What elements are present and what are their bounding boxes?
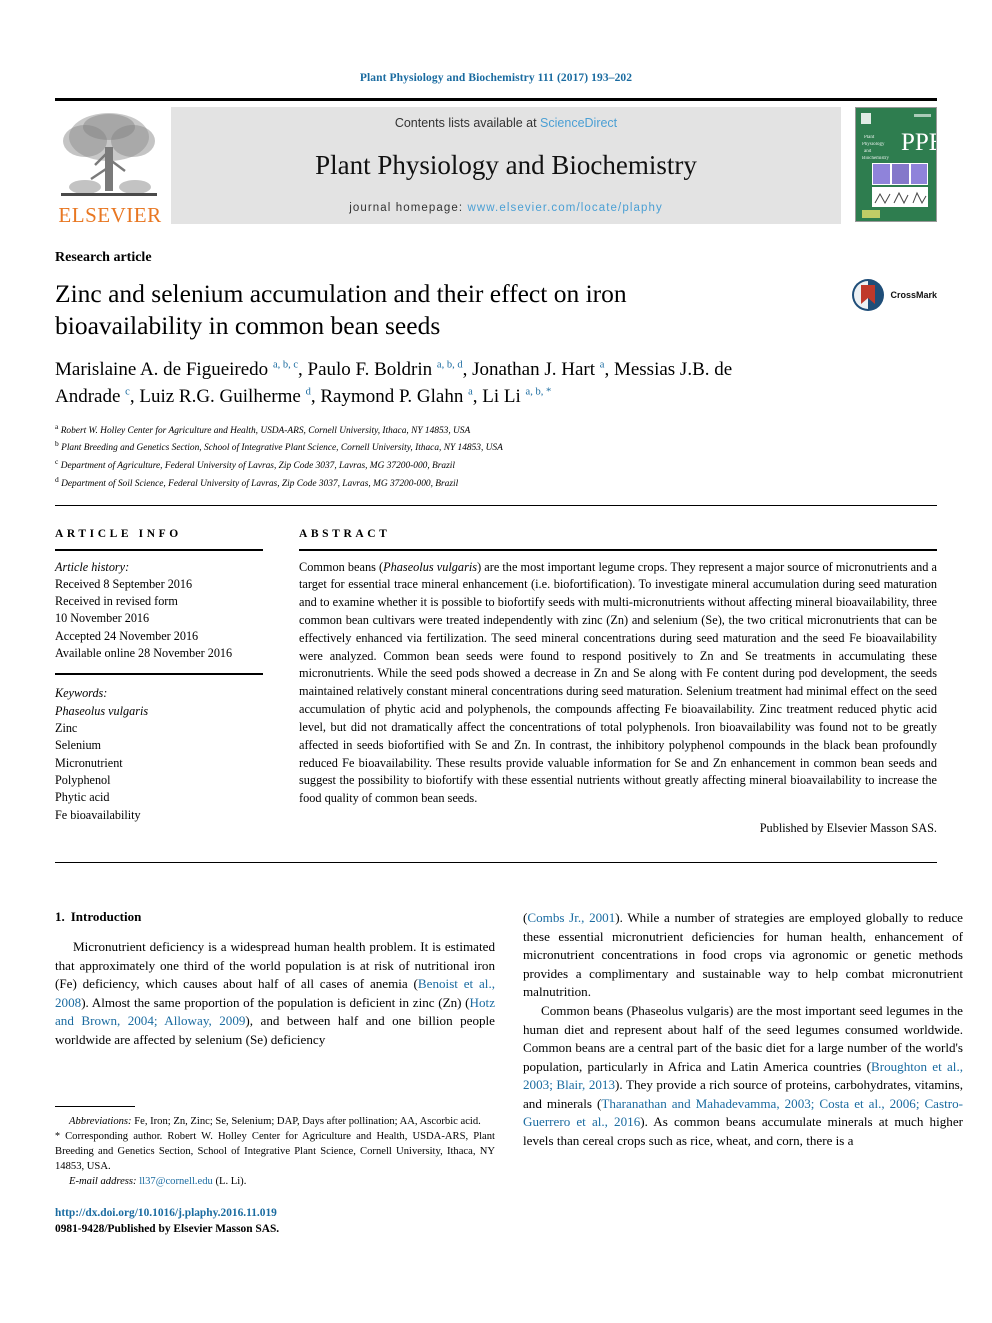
publisher-statement: Published by Elsevier Masson SAS. — [759, 821, 937, 836]
affiliation-list: a Robert W. Holley Center for Agricultur… — [55, 421, 937, 492]
abstract-column: ABSTRACT Common beans (Phaseolus vulgari… — [299, 528, 937, 837]
affiliation-marker: c — [55, 457, 59, 467]
doi-block: http://dx.doi.org/10.1016/j.plaphy.2016.… — [55, 1205, 495, 1238]
keyword-item: Selenium — [55, 738, 102, 753]
section-heading-introduction: 1. Introduction — [55, 909, 495, 925]
affiliation-marker: d — [55, 474, 59, 484]
article-history-label: Article history: — [55, 559, 130, 574]
affiliation-marker: a — [55, 421, 59, 431]
section-number: 1. — [55, 909, 65, 925]
journal-homepage-line: journal homepage: www.elsevier.com/locat… — [349, 202, 663, 214]
crossmark-badge[interactable]: CrossMark — [851, 278, 937, 312]
sciencedirect-link[interactable]: ScienceDirect — [540, 116, 617, 130]
intro-paragraph-right-1: (Combs Jr., 2001). While a number of str… — [523, 910, 963, 1000]
page-title: Zinc and selenium accumulation and their… — [55, 279, 627, 341]
keyword-item: Micronutrient — [55, 755, 123, 770]
journal-cover-thumbnail: PPB Plant Physiology and Biochemistry — [855, 107, 937, 222]
paper-page: Plant Physiology and Biochemistry 111 (2… — [0, 0, 992, 1323]
homepage-prefix: journal homepage: — [349, 202, 468, 214]
cover-artwork: PPB Plant Physiology and Biochemistry — [856, 108, 936, 221]
keywords-block: Keywords: Phaseolus vulgaris Zinc Seleni… — [55, 673, 263, 824]
keywords-label: Keywords: — [55, 686, 108, 701]
affiliation-text: Plant Breeding and Genetics Section, Sch… — [61, 443, 503, 454]
affiliation-item: c Department of Agriculture, Federal Uni… — [55, 456, 937, 474]
journal-title: Plant Physiology and Biochemistry — [315, 150, 697, 181]
author-list: Marislaine A. de Figueiredo a, b, c, Pau… — [55, 358, 733, 407]
doi-link[interactable]: http://dx.doi.org/10.1016/j.plaphy.2016.… — [55, 1205, 495, 1222]
affiliation-item: a Robert W. Holley Center for Agricultur… — [55, 421, 937, 439]
svg-text:Biochemistry: Biochemistry — [862, 156, 889, 161]
running-head: Plant Physiology and Biochemistry 111 (2… — [359, 72, 633, 84]
svg-text:and: and — [864, 149, 872, 154]
affiliation-item: b Plant Breeding and Genetics Section, S… — [55, 438, 937, 456]
keyword-item: Polyphenol — [55, 773, 111, 788]
intro-paragraph-left: Micronutrient deficiency is a widespread… — [55, 939, 495, 1047]
keyword-item: Zinc — [55, 721, 78, 736]
article-history: Article history: Received 8 September 20… — [55, 559, 263, 663]
article-info-heading: ARTICLE INFO — [55, 527, 182, 540]
issn-line: 0981-9428/Published by Elsevier Masson S… — [55, 1223, 280, 1236]
intro-paragraph-right-2: Common beans (Phaseolus vulgaris) are th… — [523, 1002, 963, 1149]
elsevier-tree-icon — [61, 113, 157, 196]
footnote-rule — [55, 1105, 135, 1107]
contents-line: Contents lists available at ScienceDirec… — [395, 116, 617, 130]
affiliation-marker: b — [55, 439, 59, 449]
abstract-text: Common beans (Phaseolus vulgaris) are th… — [299, 559, 937, 806]
abstract-heading: ABSTRACT — [299, 527, 391, 540]
journal-band: Contents lists available at ScienceDirec… — [171, 107, 841, 224]
journal-masthead: ELSEVIER Contents lists available at Sci… — [55, 98, 937, 228]
affiliation-text: Department of Soil Science, Federal Univ… — [61, 478, 459, 489]
history-line: 10 November 2016 — [55, 611, 150, 626]
history-line: Accepted 24 November 2016 — [55, 628, 199, 643]
elsevier-logo: ELSEVIER — [55, 101, 165, 228]
journal-homepage-link[interactable]: www.elsevier.com/locate/plaphy — [467, 202, 662, 214]
keyword-item: Fe bioavailability — [55, 807, 141, 822]
svg-text:PPB: PPB — [901, 129, 936, 156]
contents-prefix: Contents lists available at — [394, 116, 541, 130]
svg-text:Physiology: Physiology — [862, 142, 885, 147]
svg-text:Plant: Plant — [864, 135, 875, 140]
section-title: Introduction — [70, 909, 142, 925]
affiliation-text: Department of Agriculture, Federal Unive… — [60, 461, 455, 472]
article-info-column: ARTICLE INFO Article history: Received 8… — [55, 528, 263, 837]
crossmark-icon — [852, 279, 885, 311]
article-type: Research article — [55, 250, 152, 265]
footnote-abbreviations: Abbreviations: Fe, Iron; Zn, Zinc; Se, S… — [69, 1115, 481, 1127]
body-left-column: 1. Introduction Micronutrient deficiency … — [55, 909, 495, 1238]
history-line: Received in revised form — [55, 594, 178, 609]
crossmark-label: CrossMark — [890, 290, 937, 300]
footnote-email: E-mail address: ll37@cornell.edu (L. Li)… — [69, 1175, 247, 1187]
article-info-rule — [55, 548, 263, 551]
body-right-column: (Combs Jr., 2001). While a number of str… — [523, 909, 963, 1238]
footnote-corresponding-author: * Corresponding author. Robert W. Holley… — [55, 1130, 495, 1172]
keyword-item: Phytic acid — [55, 790, 110, 805]
affiliation-text: Robert W. Holley Center for Agriculture … — [60, 425, 471, 436]
history-line: Received 8 September 2016 — [55, 576, 193, 591]
keyword-item: Phaseolus vulgaris — [55, 703, 149, 718]
footnotes-block: Abbreviations: Fe, Iron; Zn, Zinc; Se, S… — [55, 1105, 495, 1238]
divider-below-abstract — [55, 862, 937, 864]
abstract-rule — [299, 548, 937, 551]
divider-above-info — [55, 504, 937, 506]
history-line: Available online 28 November 2016 — [55, 646, 233, 661]
elsevier-wordmark: ELSEVIER — [58, 203, 162, 227]
affiliation-item: d Department of Soil Science, Federal Un… — [55, 474, 937, 492]
